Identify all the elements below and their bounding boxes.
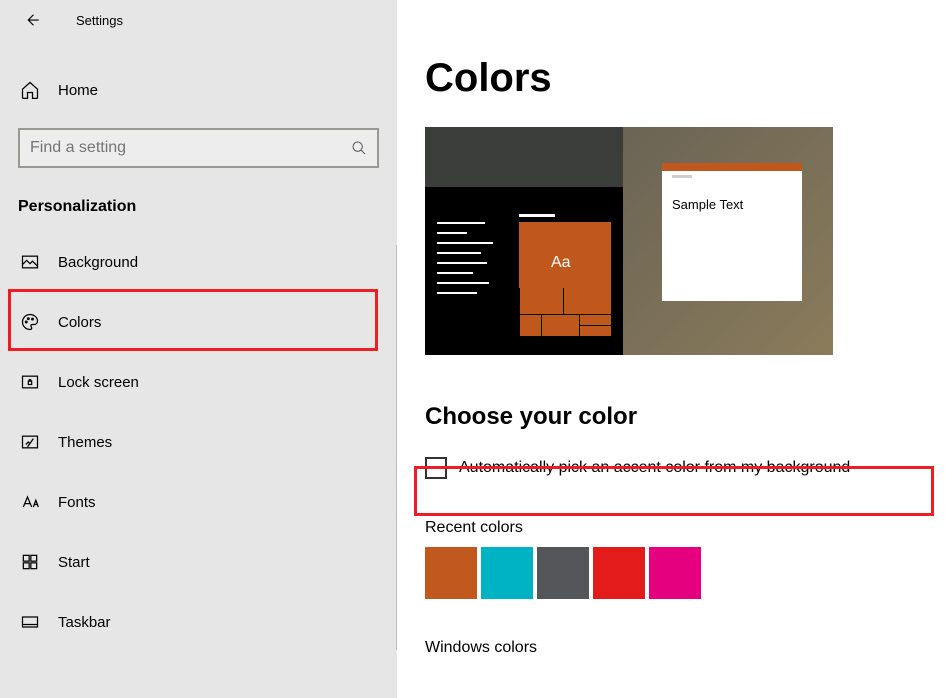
sidebar-nav-list: Background Colors Lock screen Themes Fon… <box>0 232 397 652</box>
search-icon <box>351 140 367 156</box>
sidebar: Settings Home Personalization Background… <box>0 0 397 698</box>
recent-color-swatch[interactable] <box>593 547 645 599</box>
sidebar-item-fonts[interactable]: Fonts <box>0 472 397 532</box>
sidebar-item-home[interactable]: Home <box>0 62 397 118</box>
sidebar-home-label: Home <box>58 82 98 99</box>
recent-colors-list <box>425 547 950 599</box>
preview-sample-text: Sample Text <box>672 197 743 212</box>
preview-tile-block: Aa <box>519 222 611 336</box>
start-icon <box>20 552 40 572</box>
sidebar-item-label: Fonts <box>58 494 96 511</box>
page-title: Colors <box>425 56 950 101</box>
arrow-left-icon <box>23 11 41 29</box>
auto-pick-label: Automatically pick an accent color from … <box>459 459 850 477</box>
recent-color-swatch[interactable] <box>481 547 533 599</box>
recent-colors-title: Recent colors <box>425 519 950 537</box>
back-button[interactable] <box>20 8 44 32</box>
preview-window-handle <box>672 175 692 178</box>
choose-color-title: Choose your color <box>425 403 950 431</box>
auto-pick-checkbox[interactable] <box>425 457 447 479</box>
auto-pick-row[interactable]: Automatically pick an accent color from … <box>425 453 950 483</box>
sidebar-item-label: Themes <box>58 434 112 451</box>
recent-color-swatch[interactable] <box>425 547 477 599</box>
sidebar-item-start[interactable]: Start <box>0 532 397 592</box>
home-icon <box>20 80 40 100</box>
recent-color-swatch[interactable] <box>537 547 589 599</box>
preview-window-body <box>662 171 802 301</box>
app-title: Settings <box>76 13 123 28</box>
recent-color-swatch[interactable] <box>649 547 701 599</box>
themes-icon <box>20 432 40 452</box>
sidebar-item-label: Start <box>58 554 90 571</box>
sidebar-item-lockscreen[interactable]: Lock screen <box>0 352 397 412</box>
sidebar-item-label: Background <box>58 254 138 271</box>
picture-icon <box>20 252 40 272</box>
sidebar-item-taskbar[interactable]: Taskbar <box>0 592 397 652</box>
sidebar-item-label: Lock screen <box>58 374 139 391</box>
main-content: Colors Aa Sample Text Choose your color … <box>397 0 950 698</box>
fonts-icon <box>20 492 40 512</box>
sidebar-item-label: Taskbar <box>58 614 111 631</box>
sidebar-item-background[interactable]: Background <box>0 232 397 292</box>
search-box[interactable] <box>18 128 379 168</box>
palette-icon <box>20 312 40 332</box>
sidebar-divider <box>396 245 397 650</box>
search-input[interactable] <box>30 139 351 157</box>
preview-start-list <box>437 222 497 302</box>
color-preview: Aa Sample Text <box>425 127 833 355</box>
sidebar-section-title: Personalization <box>0 168 397 226</box>
sidebar-item-label: Colors <box>58 314 101 331</box>
taskbar-icon <box>20 612 40 632</box>
sidebar-item-themes[interactable]: Themes <box>0 412 397 472</box>
preview-tile-grid <box>519 288 611 336</box>
sidebar-header: Settings <box>0 0 397 40</box>
sidebar-item-colors[interactable]: Colors <box>0 292 397 352</box>
preview-aa-text: Aa <box>551 254 571 272</box>
lock-screen-icon <box>20 372 40 392</box>
preview-window-titlebar <box>662 163 802 171</box>
windows-colors-title: Windows colors <box>425 639 950 657</box>
